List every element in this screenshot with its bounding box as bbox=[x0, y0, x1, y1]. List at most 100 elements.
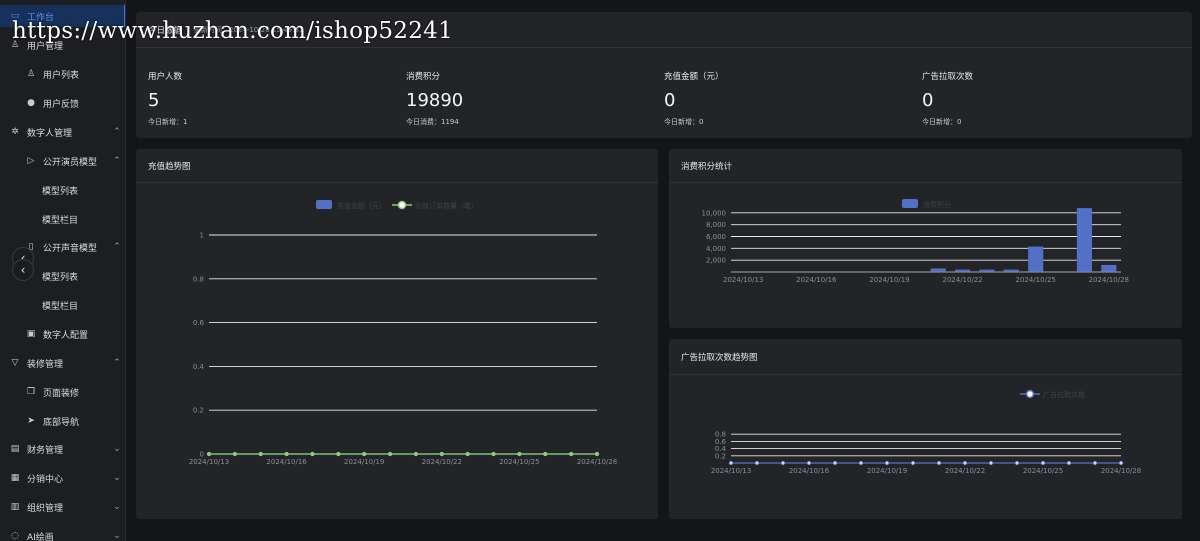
y-tick-label: 0.8 bbox=[193, 275, 204, 283]
sidebar-item[interactable]: ▷ 公开演员模型 ⌃ bbox=[0, 150, 125, 172]
clipboard-icon: ▦ bbox=[10, 473, 20, 483]
recharge-trend-chart: 充值金额（元） 充值订单数量（笔）00.20.40.60.812024/10/13… bbox=[189, 200, 617, 466]
stat-sub: 今日消费：1194 bbox=[406, 118, 459, 126]
stat-title: 用户人数 bbox=[148, 72, 183, 82]
sidebar-item-label: 组织管理 bbox=[27, 503, 64, 514]
sidebar-item[interactable]: ▤ 财务管理 ⌄ bbox=[0, 438, 125, 460]
x-tick-label: 2024/10/16 bbox=[266, 458, 307, 466]
video-icon: ▷ bbox=[27, 156, 35, 166]
sidebar: ▭ 工作台 ♙ 用户管理 ♙ 用户列表 ● 用户反馈 ✲ 数字人管理 ⌃ ▷ 公开演员模型 ⌃ 模型列表 模型… bbox=[0, 0, 126, 541]
update-time: 更新时间：2024-10-28 15:49:31 bbox=[194, 25, 304, 34]
chevron-down-icon: ⌄ bbox=[113, 473, 121, 483]
sidebar-item[interactable]: ▽ 装修管理 ⌃ bbox=[0, 352, 125, 374]
data-point bbox=[1066, 460, 1072, 466]
ads-trend-card: 广告拉取次数趋势图 广告拉取次数 0.2 0.4 0.6 0.8 2024/10/13 20… bbox=[669, 339, 1182, 519]
consume-points-title: 消费积分统计 bbox=[681, 161, 733, 172]
sidebar-item-label: 工作台 bbox=[27, 12, 55, 23]
data-point bbox=[465, 451, 470, 457]
consume-points-chart: 消费积分 2,000 4,000 6,000 8,000 10,000 2024/10/13… bbox=[702, 199, 1129, 284]
x-tick-label: 2024/10/13 bbox=[723, 276, 763, 284]
sidebar-item[interactable]: ✲ 数字人管理 ⌃ bbox=[0, 121, 125, 143]
data-point bbox=[543, 451, 548, 457]
today-data-title: 今日数据 bbox=[148, 25, 183, 36]
sidebar-item[interactable]: ♙ 用户列表 bbox=[0, 63, 125, 85]
stat-title: 广告拉取次数 bbox=[922, 72, 974, 82]
sidebar-item[interactable]: ▦ 分销中心 ⌄ bbox=[0, 467, 125, 489]
x-tick-label: 2024/10/22 bbox=[945, 467, 985, 475]
x-tick-label: 2024/10/16 bbox=[796, 276, 837, 284]
sidebar-item-label: 底部导航 bbox=[43, 417, 80, 428]
legend-label: 广告拉取次数 bbox=[1043, 390, 1085, 399]
data-point bbox=[517, 451, 522, 457]
x-tick-label: 2024/10/13 bbox=[189, 458, 229, 466]
chevron-left-icon: ‹ bbox=[20, 263, 26, 277]
x-tick-label: 2024/10/28 bbox=[1101, 467, 1141, 475]
sidebar-item[interactable]: ➤ 底部导航 bbox=[0, 410, 125, 432]
data-point bbox=[936, 460, 942, 466]
collapse-sidebar-button-shadow[interactable]: ‹ bbox=[12, 259, 34, 281]
legend-marker bbox=[1025, 389, 1035, 399]
sidebar-item-label: 用户管理 bbox=[27, 41, 64, 52]
question-icon: ● bbox=[27, 98, 35, 108]
legend-swatch bbox=[902, 199, 918, 208]
data-point bbox=[728, 460, 734, 466]
x-tick-label: 2024/10/28 bbox=[577, 458, 617, 466]
data-point bbox=[1040, 460, 1046, 466]
y-tick-label: 0.4 bbox=[193, 363, 205, 371]
stat-value: 19890 bbox=[406, 90, 464, 111]
y-tick-label: 0.4 bbox=[715, 445, 727, 453]
sidebar-item-label: 用户列表 bbox=[43, 70, 80, 81]
sidebar-item[interactable]: ♙ 用户管理 bbox=[0, 34, 125, 56]
chevron-up-icon: ⌃ bbox=[113, 156, 121, 166]
data-point bbox=[910, 460, 916, 466]
x-tick-label: 2024/10/25 bbox=[499, 458, 539, 466]
navigation-icon: ➤ bbox=[27, 416, 35, 426]
data-point bbox=[884, 460, 890, 466]
sidebar-item[interactable]: ❐ 页面装修 bbox=[0, 381, 125, 403]
sidebar-item[interactable]: 模型栏目 bbox=[0, 294, 125, 316]
chevron-up-icon: ⌃ bbox=[113, 242, 121, 252]
data-point bbox=[806, 460, 812, 466]
data-point bbox=[284, 451, 289, 457]
bar bbox=[1101, 264, 1117, 272]
sidebar-item-label: 公开声音模型 bbox=[43, 243, 98, 254]
sidebar-item[interactable]: ▥ 组织管理 ⌄ bbox=[0, 496, 125, 518]
sidebar-item-label: 模型列表 bbox=[42, 272, 79, 283]
today-data-card: 今日数据 更新时间：2024-10-28 15:49:31 用户人数 5 今日新… bbox=[136, 12, 1192, 138]
sidebar-item[interactable]: 模型栏目 bbox=[0, 208, 125, 230]
legend-marker bbox=[397, 200, 407, 210]
stat-title: 消费积分 bbox=[406, 72, 441, 82]
data-point bbox=[413, 451, 419, 457]
recharge-trend-header: 充值趋势图 bbox=[136, 149, 658, 183]
sidebar-item[interactable]: ▣ 数字人配置 bbox=[0, 323, 125, 345]
sidebar-item-label: 装修管理 bbox=[27, 359, 64, 370]
y-tick-label: 0.8 bbox=[715, 431, 726, 439]
sidebar-item[interactable]: ● 用户反馈 bbox=[0, 92, 125, 114]
chevron-up-icon: ⌃ bbox=[113, 358, 121, 368]
y-tick-label: 4,000 bbox=[706, 245, 726, 253]
chevron-down-icon: ⌄ bbox=[113, 531, 121, 541]
data-point bbox=[362, 451, 367, 457]
shirt-icon: ▽ bbox=[11, 358, 19, 368]
data-point bbox=[491, 451, 496, 457]
palette-icon: ◌ bbox=[11, 531, 19, 541]
legend-label: 消费积分 bbox=[923, 200, 951, 209]
sidebar-item[interactable]: ▭ 工作台 bbox=[0, 5, 125, 27]
main-content: 今日数据 更新时间：2024-10-28 15:49:31 用户人数 5 今日新… bbox=[126, 0, 1200, 541]
user-outline-icon: ♙ bbox=[26, 69, 36, 79]
sidebar-item-label: 数字人配置 bbox=[43, 330, 89, 341]
sidebar-item-label: 页面装修 bbox=[43, 388, 80, 399]
consume-points-header: 消费积分统计 bbox=[669, 149, 1182, 183]
y-tick-label: 0.2 bbox=[715, 452, 726, 460]
y-tick-label: 8,000 bbox=[706, 221, 726, 229]
x-tick-label: 2024/10/19 bbox=[869, 276, 909, 284]
x-tick-label: 2024/10/28 bbox=[1089, 276, 1129, 284]
x-tick-label: 2024/10/19 bbox=[344, 458, 384, 466]
sidebar-item[interactable]: 模型列表 bbox=[0, 179, 125, 201]
stat-value: 0 bbox=[922, 90, 934, 111]
bar bbox=[1076, 208, 1092, 272]
data-point bbox=[780, 460, 786, 466]
sidebar-item[interactable]: ◌ AI绘画 ⌄ bbox=[0, 525, 125, 541]
x-tick-label: 2024/10/16 bbox=[789, 467, 830, 475]
data-point bbox=[232, 451, 237, 457]
